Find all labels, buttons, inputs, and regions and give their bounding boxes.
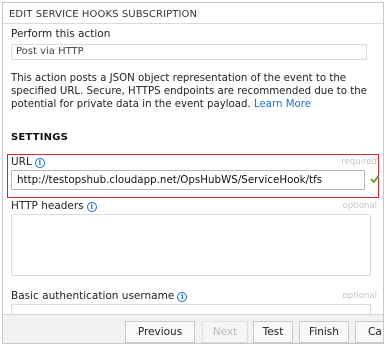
basic-auth-username-label: Basic authentication username i	[11, 290, 188, 302]
url-input[interactable]: http://testopshub.cloudapp.net/OpsHubWS/…	[11, 170, 365, 190]
basic-auth-username-label-text: Basic authentication username	[11, 290, 175, 302]
url-required-hint: required	[341, 157, 377, 167]
info-icon[interactable]: i	[86, 202, 97, 212]
test-button[interactable]: Test	[253, 321, 293, 343]
edit-subscription-dialog: EDIT SERVICE HOOKS SUBSCRIPTION Perform …	[2, 2, 384, 344]
action-description-text: This action posts a JSON object represen…	[11, 73, 367, 110]
previous-button[interactable]: Previous	[125, 321, 195, 343]
basic-auth-optional-hint: optional	[342, 291, 377, 301]
next-button[interactable]: Next	[202, 321, 248, 343]
checkmark-icon	[370, 174, 380, 184]
url-label: URL i	[11, 156, 45, 168]
info-icon[interactable]: i	[177, 292, 188, 302]
learn-more-link[interactable]: Learn More	[254, 99, 311, 110]
settings-heading: SETTINGS	[11, 132, 69, 143]
http-headers-textarea[interactable]	[11, 214, 371, 276]
url-label-text: URL	[11, 156, 32, 168]
http-headers-label: HTTP headers i	[11, 200, 97, 212]
dialog-footer: Previous Next Test Finish Ca	[3, 314, 383, 343]
basic-auth-username-input[interactable]	[11, 304, 371, 314]
dialog-title: EDIT SERVICE HOOKS SUBSCRIPTION	[9, 9, 198, 20]
http-headers-label-text: HTTP headers	[11, 200, 84, 212]
http-headers-optional-hint: optional	[342, 201, 377, 211]
action-field[interactable]: Post via HTTP	[11, 44, 367, 60]
action-label: Perform this action	[11, 28, 111, 40]
cancel-button[interactable]: Ca	[355, 321, 383, 343]
finish-button[interactable]: Finish	[299, 321, 349, 343]
info-icon[interactable]: i	[34, 158, 45, 168]
action-description: This action posts a JSON object represen…	[11, 72, 371, 111]
dialog-content[interactable]: Perform this action Post via HTTP This a…	[3, 24, 383, 314]
